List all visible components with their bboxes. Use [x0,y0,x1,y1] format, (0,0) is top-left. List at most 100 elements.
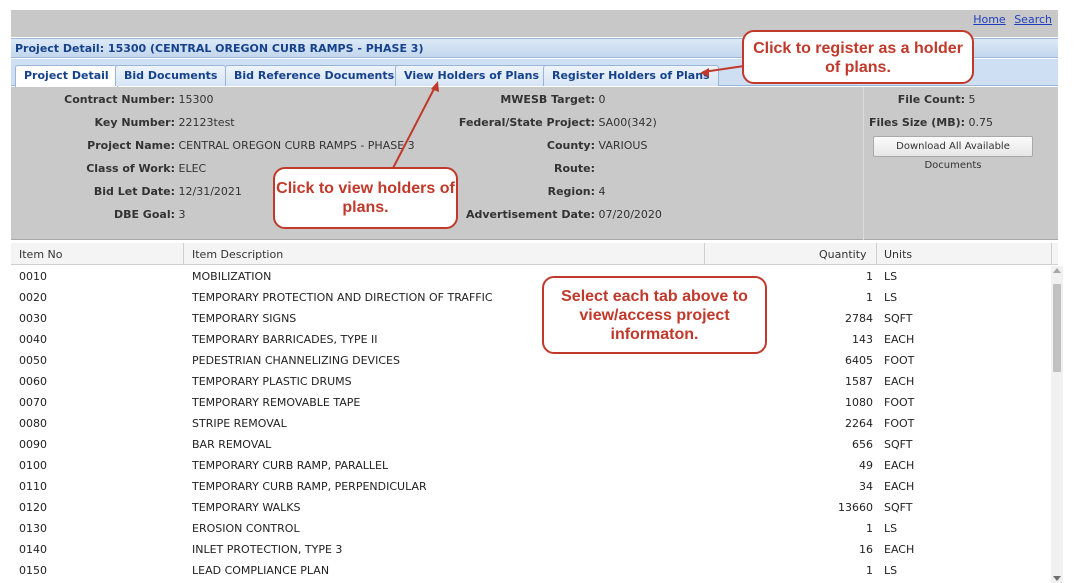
tab-project-detail[interactable]: Project Detail [15,65,118,87]
item-description-cell: BAR REMOVAL [192,438,272,451]
units-cell: EACH [884,375,915,388]
class-of-work-label: Class of Work: [86,162,175,175]
page-title: Project Detail: 15300 (CENTRAL OREGON CU… [15,42,424,55]
quantity-cell: 1587 [845,375,873,388]
col-quantity[interactable]: Quantity [819,248,867,261]
table-row[interactable]: 0030 TEMPORARY SIGNS 2784 SQFT [11,308,1051,329]
table-row[interactable]: 0040 TEMPORARY BARRICADES, TYPE II 143 EACH [11,329,1051,350]
item-description-cell: TEMPORARY PROTECTION AND DIRECTION OF TR… [192,291,493,304]
item-no-cell: 0090 [19,438,47,451]
quantity-cell: 1 [866,522,873,535]
quantity-cell: 1 [866,291,873,304]
table-row[interactable]: 0020 TEMPORARY PROTECTION AND DIRECTION O… [11,287,1051,308]
item-description-cell: INLET PROTECTION, TYPE 3 [192,543,343,556]
quantity-cell: 16 [859,543,873,556]
contract-number-label: Contract Number: [64,93,175,106]
quantity-cell: 1 [866,270,873,283]
units-cell: FOOT [884,354,915,367]
files-size-value: 0.75 [968,116,994,129]
tab-bid-reference-documents[interactable]: Bid Reference Documents [225,65,404,86]
scroll-down-arrow-icon[interactable] [1053,576,1061,581]
bid-let-date-value: 12/31/2021 [178,185,242,198]
item-description-cell: TEMPORARY BARRICADES, TYPE II [192,333,378,346]
units-cell: EACH [884,333,915,346]
callout-view: Click to view holders of plans. [273,167,458,229]
panel-divider [863,87,864,240]
units-cell: FOOT [884,396,915,409]
table-row[interactable]: 0010 MOBILIZATION 1 LS [11,266,1051,287]
files-size-label: Files Size (MB): [868,116,965,129]
mwesb-target-label: MWESB Target: [500,93,595,106]
item-description-cell: LEAD COMPLIANCE PLAN [192,564,330,577]
units-cell: LS [884,270,898,283]
table-row[interactable]: 0060 TEMPORARY PLASTIC DRUMS 1587 EACH [11,371,1051,392]
item-no-cell: 0040 [19,333,47,346]
item-description-cell: STRIPE REMOVAL [192,417,287,430]
tab-view-holders-of-plans[interactable]: View Holders of Plans [395,65,549,86]
units-cell: SQFT [884,312,913,325]
contract-number-value: 15300 [178,93,214,106]
table-row[interactable]: 0140 INLET PROTECTION, TYPE 3 16 EACH [11,539,1051,560]
col-units[interactable]: Units [884,248,912,261]
project-name-label: Project Name: [87,139,175,152]
quantity-cell: 656 [852,438,873,451]
fed-state-project-value: SA00(342) [598,116,657,129]
units-cell: LS [884,522,898,535]
table-row[interactable]: 0080 STRIPE REMOVAL 2264 FOOT [11,413,1051,434]
quantity-cell: 13660 [838,501,873,514]
units-cell: LS [884,564,898,577]
units-cell: FOOT [884,417,915,430]
table-row[interactable]: 0050 PEDESTRIAN CHANNELIZING DEVICES 6405 F… [11,350,1051,371]
table-row[interactable]: 0070 TEMPORARY REMOVABLE TAPE 1080 FOOT [11,392,1051,413]
county-label: County: [546,139,595,152]
quantity-cell: 2784 [845,312,873,325]
table-row[interactable]: 0130 EROSION CONTROL 1 LS [11,518,1051,539]
item-no-cell: 0130 [19,522,47,535]
quantity-cell: 1080 [845,396,873,409]
project-info-panel: Contract Number: 15300 Key Number: 22123… [11,87,1058,240]
table-row[interactable]: 0110 TEMPORARY CURB RAMP, PERPENDICULAR 34… [11,476,1051,497]
scroll-thumb[interactable] [1053,284,1061,372]
grid-header: Item No Item Description Quantity Units [11,243,1058,265]
item-description-cell: TEMPORARY CURB RAMP, PERPENDICULAR [192,480,427,493]
units-cell: EACH [884,459,915,472]
download-all-button[interactable]: Download All Available Documents [873,136,1033,171]
quantity-cell: 1 [866,564,873,577]
item-no-cell: 0120 [19,501,47,514]
grid-scrollbar[interactable] [1051,266,1063,583]
item-no-cell: 0070 [19,396,47,409]
mwesb-target-value: 0 [598,93,606,106]
region-value: 4 [598,185,606,198]
table-row[interactable]: 0120 TEMPORARY WALKS 13660 SQFT [11,497,1051,518]
item-no-cell: 0030 [19,312,47,325]
bid-let-date-label: Bid Let Date: [93,185,175,198]
col-item-description[interactable]: Item Description [192,248,283,261]
top-links: Home Search [968,13,1052,26]
units-cell: EACH [884,543,915,556]
units-cell: EACH [884,480,915,493]
item-description-cell: TEMPORARY PLASTIC DRUMS [192,375,352,388]
table-row[interactable]: 0100 TEMPORARY CURB RAMP, PARALLEL 49 EACH [11,455,1051,476]
item-no-cell: 0020 [19,291,47,304]
scroll-up-arrow-icon[interactable] [1053,268,1061,273]
col-separator [876,243,877,265]
table-row[interactable]: 0090 BAR REMOVAL 656 SQFT [11,434,1051,455]
item-description-cell: TEMPORARY WALKS [192,501,301,514]
units-cell: SQFT [884,501,913,514]
search-link[interactable]: Search [1014,13,1052,26]
file-count-value: 5 [968,93,976,106]
item-description-cell: PEDESTRIAN CHANNELIZING DEVICES [192,354,400,367]
callout-tabs: Select each tab above to view/access pro… [542,276,767,354]
col-item-no[interactable]: Item No [19,248,63,261]
tab-register-holders-of-plans[interactable]: Register Holders of Plans [543,65,719,86]
quantity-cell: 49 [859,459,873,472]
table-row[interactable]: 0150 LEAD COMPLIANCE PLAN 1 LS [11,560,1051,581]
units-cell: LS [884,291,898,304]
dbe-goal-label: DBE Goal: [113,208,175,221]
tab-bid-documents[interactable]: Bid Documents [115,65,227,86]
advertisement-date-value: 07/20/2020 [598,208,662,221]
item-no-cell: 0060 [19,375,47,388]
item-grid: 0010 MOBILIZATION 1 LS 0020 TEMPORARY PROTECT… [11,266,1051,583]
item-no-cell: 0110 [19,480,47,493]
home-link[interactable]: Home [973,13,1005,26]
